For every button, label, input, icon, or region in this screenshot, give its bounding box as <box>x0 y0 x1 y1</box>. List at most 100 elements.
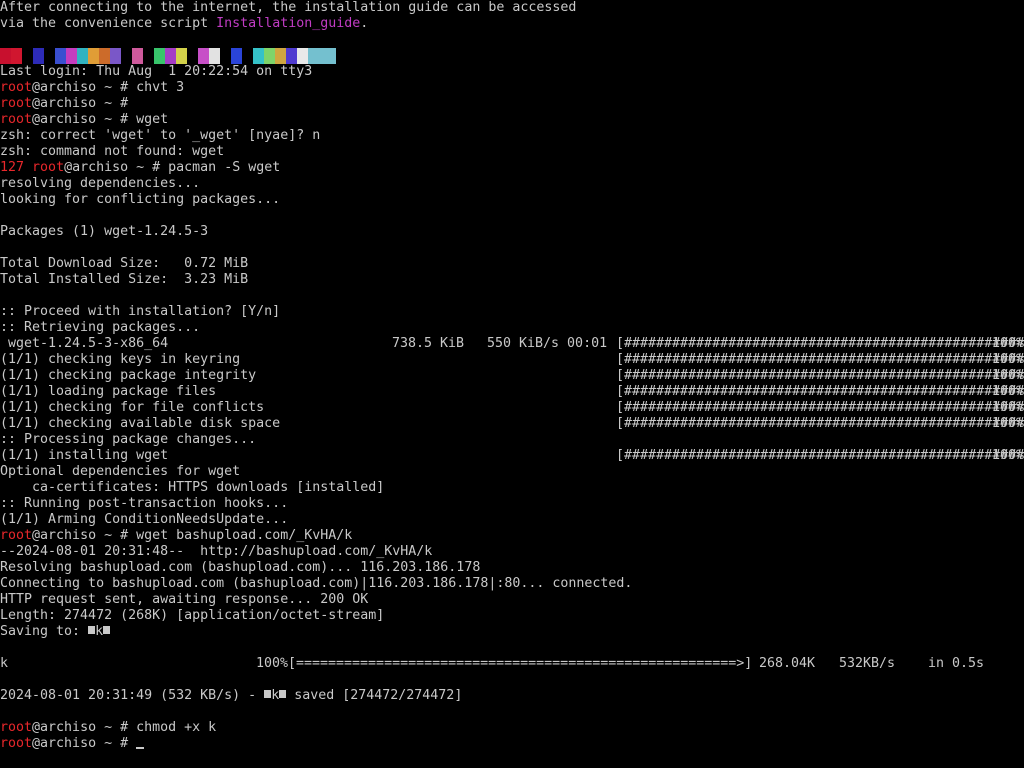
saved-text: 2024-08-01 20:31:49 (532 KB/s) - <box>0 688 265 703</box>
output-line: Saving to: k <box>0 624 1024 640</box>
intro-text: . <box>360 16 369 31</box>
progress-bar: [#######################################… <box>616 336 1024 351</box>
filename-text: k <box>271 688 280 703</box>
output-line: zsh: correct 'wget' to '_wget' [nyae]? n <box>0 128 321 143</box>
prompt-line: root@archiso ~ # wget bashupload.com/_Kv… <box>0 528 1024 544</box>
progress-percent: 100% <box>992 384 1024 399</box>
step-line: (1/1) checking package integrity [######… <box>0 368 1024 384</box>
output-line: 2024-08-01 20:31:49 (532 KB/s) - k saved… <box>0 688 1024 704</box>
progress-bar: [#######################################… <box>616 368 1024 383</box>
output-line: ca-certificates: HTTPS downloads [instal… <box>0 480 385 495</box>
active-prompt-line[interactable]: root@archiso ~ # <box>0 736 1024 752</box>
prompt-line: root@archiso ~ # chmod +x k <box>0 720 1024 736</box>
prompt-user: root <box>0 736 33 751</box>
prompt-user: root <box>0 112 33 127</box>
output-line: Connecting to bashupload.com (bashupload… <box>0 576 633 591</box>
prompt-user: root <box>0 80 33 95</box>
prompt-host: @archiso ~ # <box>32 720 137 735</box>
progress-time: in 0.5s <box>928 656 985 671</box>
progress-percent: 100% <box>992 400 1024 415</box>
output-line: :: Retrieving packages... <box>0 320 201 335</box>
output-line: Resolving bashupload.com (bashupload.com… <box>0 560 481 575</box>
progress-size: 268.04K <box>759 656 816 671</box>
output-line: looking for conflicting packages... <box>0 192 281 207</box>
step-line: (1/1) loading package files [###########… <box>0 384 1024 400</box>
output-line: (1/1) Arming ConditionNeedsUpdate... <box>0 512 289 527</box>
output-line: Packages (1) wget-1.24.5-3 <box>0 224 209 239</box>
exit-code: 127 <box>0 160 25 175</box>
wget-progress-line: k 100% [================================… <box>0 656 1024 672</box>
terminal-window[interactable]: After connecting to the internet, the in… <box>0 0 1024 768</box>
output-line: resolving dependencies... <box>0 176 201 191</box>
output-line: :: Processing package changes... <box>0 432 257 447</box>
output-line: Optional dependencies for wget <box>0 464 241 479</box>
step-text: (1/1) installing wget <box>0 448 169 463</box>
step-text: (1/1) checking for file conflicts <box>0 400 265 415</box>
garbage-color-block <box>220 48 231 64</box>
command-text: chvt 3 <box>136 80 185 95</box>
prompt-line: root@archiso ~ # <box>0 96 1024 112</box>
garbage-color-block <box>88 48 99 64</box>
progress-percent: 100% <box>256 656 289 671</box>
garbage-color-block <box>286 48 297 64</box>
prompt-user: root <box>0 528 33 543</box>
prompt-host: @archiso ~ # <box>32 528 137 543</box>
download-progress-line: wget-1.24.5-3-x86_64 738.5 KiB 550 KiB/s… <box>0 336 1024 352</box>
step-line: (1/1) checking for file conflicts [#####… <box>0 400 1024 416</box>
block-glyph-icon <box>103 626 111 634</box>
garbage-color-block <box>198 48 209 64</box>
garbage-color-strip <box>0 48 1024 64</box>
saved-text: saved [274472/274472] <box>286 688 463 703</box>
installation-guide-link[interactable]: Installation_guide <box>216 16 360 31</box>
progress-bar: [=======================================… <box>288 656 753 671</box>
step-text: (1/1) checking available disk space <box>0 416 281 431</box>
garbage-color-block <box>275 48 286 64</box>
garbage-color-block <box>176 48 187 64</box>
progress-rate: 532KB/s <box>839 656 896 671</box>
prompt-host: @archiso ~ # <box>32 112 137 127</box>
intro-line: After connecting to the internet, the in… <box>0 0 1024 16</box>
progress-bar: [#######################################… <box>616 352 1024 367</box>
progress-percent: 100% <box>992 352 1024 367</box>
prompt-line: root@archiso ~ # chvt 3 <box>0 80 1024 96</box>
text-cursor-icon <box>136 747 145 749</box>
progress-percent: 100% <box>992 416 1024 431</box>
prompt-host: @archiso ~ # <box>32 80 137 95</box>
output-line: zsh: command not found: wget <box>0 144 225 159</box>
progress-percent: 100% <box>992 448 1024 463</box>
step-text: (1/1) checking keys in keyring <box>0 352 241 367</box>
garbage-color-block <box>22 48 33 64</box>
output-line: --2024-08-01 20:31:48-- http://bashuploa… <box>0 544 433 559</box>
saving-text: Saving to: <box>0 624 89 639</box>
progress-filename: k <box>0 656 9 671</box>
progress-bar: [#######################################… <box>616 384 1024 399</box>
prompt-line: 127 root@archiso ~ # pacman -S wget <box>0 160 1024 176</box>
garbage-color-block <box>297 48 308 64</box>
output-line: HTTP request sent, awaiting response... … <box>0 592 369 607</box>
prompt-host: @archiso ~ # <box>32 736 137 751</box>
garbage-color-block <box>143 48 154 64</box>
garbage-color-block <box>44 48 55 64</box>
package-rate: 550 KiB/s 00:01 <box>487 336 608 351</box>
garbage-color-block <box>55 48 66 64</box>
garbage-color-block <box>253 48 264 64</box>
garbage-color-block <box>66 48 77 64</box>
progress-bar: [#######################################… <box>616 416 1024 431</box>
output-line: :: Running post-transaction hooks... <box>0 496 289 511</box>
garbage-color-block <box>11 48 22 64</box>
package-name: wget-1.24.5-3-x86_64 <box>0 336 169 351</box>
output-line: Total Installed Size: 3.23 MiB <box>0 272 249 287</box>
garbage-color-block <box>242 48 253 64</box>
progress-percent: 100% <box>992 336 1024 351</box>
output-line: :: Proceed with installation? [Y/n] <box>0 304 281 319</box>
step-text: (1/1) checking package integrity <box>0 368 257 383</box>
intro-text: via the convenience script <box>0 16 217 31</box>
garbage-color-block <box>77 48 88 64</box>
command-text: wget bashupload.com/_KvHA/k <box>136 528 353 543</box>
step-line: (1/1) checking keys in keyring [########… <box>0 352 1024 368</box>
garbage-color-block <box>308 48 336 64</box>
